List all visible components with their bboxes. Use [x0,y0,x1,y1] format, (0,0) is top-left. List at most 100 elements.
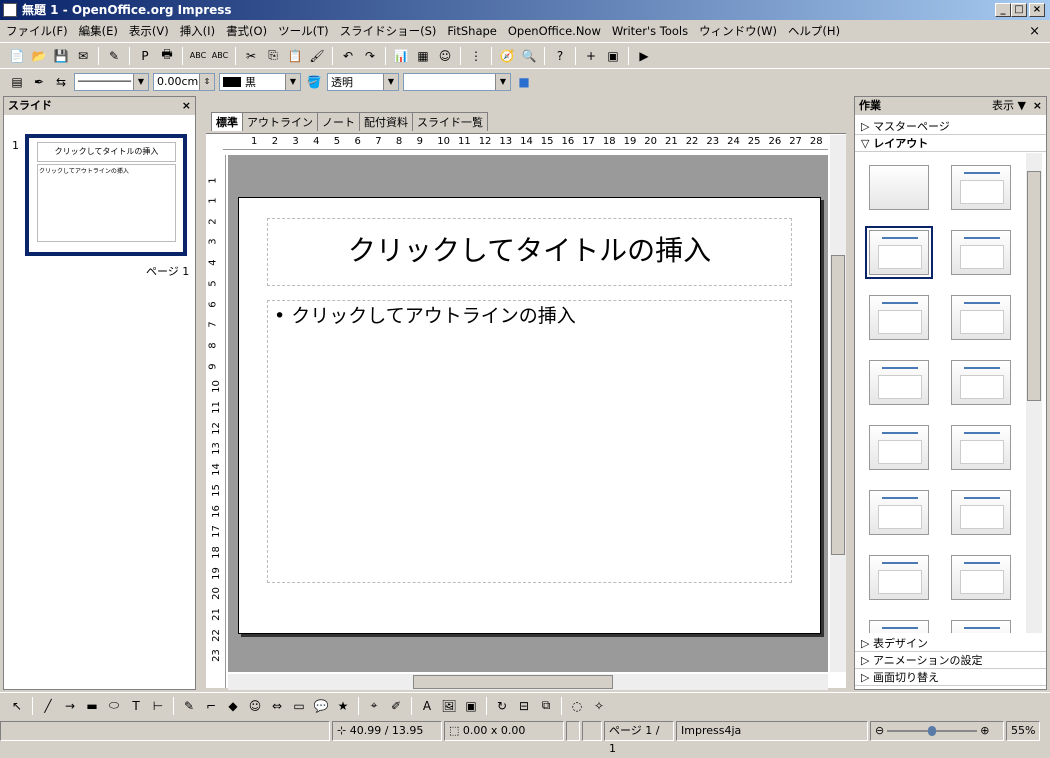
area-style-select[interactable]: 透明 ▼ [327,72,399,91]
edit-file-icon[interactable]: ✎ [105,47,123,65]
layout-title-2-content[interactable] [951,230,1011,275]
fontwork-gallery-icon[interactable]: A [418,697,436,715]
menu-slideshow[interactable]: スライドショー(S) [340,23,437,39]
curve-icon[interactable]: ✎ [180,697,198,715]
tab-handout[interactable]: 配付資料 [359,112,413,131]
block-arrows-icon[interactable]: ⇔ [268,697,286,715]
print-icon[interactable]: 🖶 [158,47,176,65]
section-custom-animation[interactable]: ▷ アニメーションの設定 [855,652,1046,669]
layout-chart-content[interactable] [869,555,929,600]
table-icon[interactable]: ▦ [414,47,432,65]
layout-title-image-content[interactable] [951,425,1011,470]
insert-mode[interactable] [566,720,580,741]
layout-title-only-content[interactable] [951,165,1011,210]
vertical-scrollbar[interactable] [830,135,846,672]
slide-design-icon[interactable]: ▣ [604,47,622,65]
new-document-icon[interactable]: 📄 [8,47,26,65]
line-color-select[interactable]: 黒 ▼ [219,72,301,91]
menu-window[interactable]: ウィンドウ(W) [699,23,777,39]
paste-icon[interactable]: 📋 [286,47,304,65]
line-icon[interactable]: ╱ [39,697,57,715]
menu-file[interactable]: ファイル(F) [6,23,68,39]
menu-help[interactable]: ヘルプ(H) [788,23,840,39]
arrange-icon[interactable]: ⧉ [537,697,555,715]
spinner-icon[interactable]: ⇕ [199,73,214,90]
from-file-icon[interactable]: 🖼 [440,697,458,715]
layout-title-blank[interactable] [869,360,929,405]
shadow-icon[interactable]: ■ [515,73,533,91]
connector-icon[interactable]: ⌐ [202,697,220,715]
glue-points-icon[interactable]: ✐ [387,697,405,715]
tab-normal[interactable]: 標準 [211,112,243,131]
tab-notes[interactable]: ノート [317,112,360,131]
slideshow-icon[interactable]: ▶ [635,47,653,65]
layout-centered-text[interactable] [951,295,1011,340]
flowchart-icon[interactable]: ▭ [290,697,308,715]
view-menu-button[interactable]: 表示 ▼ [992,97,1026,115]
title-placeholder[interactable]: クリックしてタイトルの挿入 [267,218,792,286]
align-icon[interactable]: ⊟ [515,697,533,715]
menu-tools[interactable]: ツール(T) [278,23,329,39]
line-style-select[interactable]: ──────── ▼ [74,72,149,91]
grid-icon[interactable]: ⋮ [467,47,485,65]
ellipse-icon[interactable]: ⬭ [105,697,123,715]
tab-outline[interactable]: アウトライン [242,112,318,131]
layout-content-blank[interactable] [951,555,1011,600]
scrollbar-thumb[interactable] [831,255,845,555]
menu-writers-tools[interactable]: Writer's Tools [612,24,688,38]
scrollbar-thumb[interactable] [1027,171,1041,401]
area-fill-select[interactable]: ▼ [403,72,511,91]
menu-edit[interactable]: 編集(E) [79,23,118,39]
vertical-text-icon[interactable]: ⊢ [149,697,167,715]
arrow-style-icon[interactable]: ⇆ [52,73,70,91]
gallery-icon[interactable]: ▣ [462,697,480,715]
select-icon[interactable]: ↖ [8,697,26,715]
section-slide-transition[interactable]: ▷ 画面切り替え [855,669,1046,686]
maximize-button[interactable]: □ [1011,3,1027,17]
section-layouts[interactable]: ▽ レイアウト [855,135,1046,152]
callout-icon[interactable]: 💬 [312,697,330,715]
basic-shapes-icon[interactable]: ◆ [224,697,242,715]
rectangle-icon[interactable]: ▬ [83,697,101,715]
cut-icon[interactable]: ✂ [242,47,260,65]
zoom-out-icon[interactable]: ⊖ [875,722,884,740]
autospellcheck-icon[interactable]: ABC [211,47,229,65]
redo-icon[interactable]: ↷ [361,47,379,65]
zoom-icon[interactable]: 🔍 [520,47,538,65]
format-paintbrush-icon[interactable]: 🖌 [308,47,326,65]
chart-icon[interactable]: 📊 [392,47,410,65]
vertical-ruler[interactable]: 1 1 2 3 4 5 6 7 8 9 10 11 12 13 14 15 16 17 18 19 20 21 22 23 [206,155,226,688]
minimize-button[interactable]: _ [995,3,1011,17]
rotate-icon[interactable]: ↻ [493,697,511,715]
symbol-shapes-icon[interactable]: ☺ [246,697,264,715]
horizontal-scrollbar[interactable] [228,674,828,690]
layout-more-2[interactable] [951,620,1011,633]
layout-title-content-image[interactable] [951,490,1011,535]
stars-icon[interactable]: ★ [334,697,352,715]
menu-fitshape[interactable]: FitShape [447,24,497,38]
toggle-extrusion-icon[interactable]: ✧ [590,697,608,715]
copy-icon[interactable]: ⎘ [264,47,282,65]
help-icon[interactable]: ? [551,47,569,65]
section-table-design[interactable]: ▷ 表デザイン [855,635,1046,652]
layout-title-content[interactable] [865,226,933,279]
text-icon[interactable]: T [127,697,145,715]
layout-title-table[interactable] [869,425,929,470]
layout-title-only[interactable] [869,295,929,340]
document-close-button[interactable]: × [1029,24,1040,39]
zoom-in-icon[interactable]: ⊕ [980,722,989,740]
export-pdf-icon[interactable]: P [136,47,154,65]
slides-pane-close-button[interactable]: × [182,97,191,115]
menu-view[interactable]: 表示(V) [129,23,169,39]
menu-openoffice-now[interactable]: OpenOffice.Now [508,24,601,38]
extrusion-icon[interactable]: ◌ [568,697,586,715]
zoom-percent[interactable]: 55% [1006,720,1040,741]
points-icon[interactable]: ⌖ [365,697,383,715]
open-icon[interactable]: 📂 [30,47,48,65]
slide-thumbnail[interactable]: クリックしてタイトルの挿入 クリックしてアウトラインの挿入 [25,134,187,256]
outline-placeholder[interactable]: • クリックしてアウトラインの挿入 [267,300,792,583]
area-style-icon[interactable]: 🪣 [305,73,323,91]
line-icon[interactable]: ✒ [30,73,48,91]
save-icon[interactable]: 💾 [52,47,70,65]
email-icon[interactable]: ✉ [74,47,92,65]
